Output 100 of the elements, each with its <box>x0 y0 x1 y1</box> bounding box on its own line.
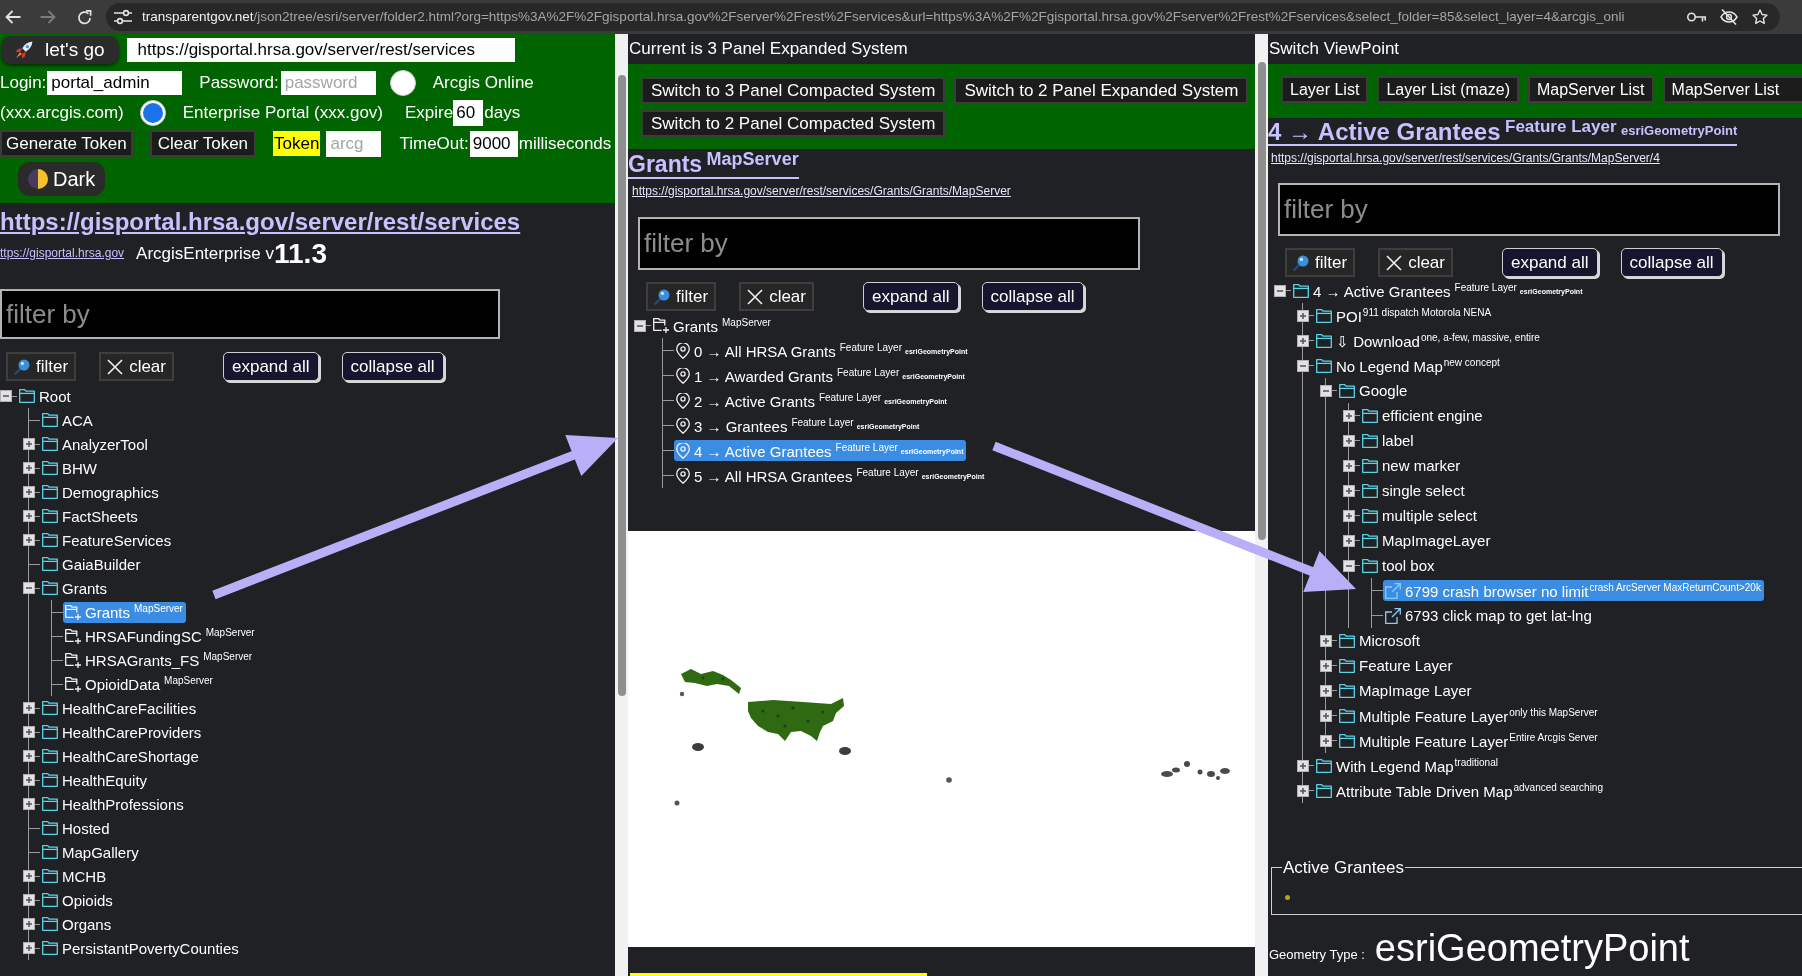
expand-all-button[interactable]: expand all <box>1502 248 1598 277</box>
switch-button[interactable]: Switch to 2 Panel Compacted System <box>641 110 946 137</box>
tree-item[interactable]: FactSheets <box>40 505 141 527</box>
expand-toggle[interactable] <box>23 510 35 522</box>
filter-field[interactable]: filter by <box>0 289 500 339</box>
expand-toggle[interactable] <box>23 870 35 882</box>
tree-item[interactable]: MapImage Layer <box>1337 680 1475 701</box>
expand-toggle[interactable] <box>23 726 35 738</box>
tree-item[interactable]: Attribute Table Driven Map$^{advanced searching}$ <box>1314 780 1606 801</box>
expand-toggle[interactable] <box>23 894 35 906</box>
tree-item[interactable]: tool box <box>1360 555 1438 576</box>
tree-item[interactable]: 6793 click map to get lat-lng <box>1383 605 1595 626</box>
expand-toggle[interactable] <box>23 486 35 498</box>
collapse-toggle[interactable] <box>1343 559 1355 572</box>
tree-item[interactable]: BHW <box>40 457 100 479</box>
clear-button[interactable]: clear <box>739 282 814 311</box>
password-field[interactable]: password <box>280 71 376 95</box>
collapse-toggle[interactable] <box>1320 384 1332 397</box>
tree-item[interactable]: MapImageLayer <box>1360 530 1494 551</box>
collapse-all-button[interactable]: collapse all <box>1620 248 1723 277</box>
tree-item[interactable]: single select <box>1360 480 1468 501</box>
tree-item[interactable]: No Legend Map$^{new concept}$ <box>1314 355 1503 376</box>
filter-field[interactable]: filter by <box>638 217 1140 270</box>
expand-toggle[interactable] <box>1343 484 1355 497</box>
scrollbar[interactable] <box>615 34 628 976</box>
tree-item[interactable]: Grants <box>40 577 110 599</box>
collapse-all-button[interactable]: collapse all <box>341 352 444 381</box>
collapse-toggle[interactable] <box>634 319 646 332</box>
tree-item[interactable]: PersistantPovertyCounties <box>40 937 242 959</box>
tree-item[interactable]: new marker <box>1360 455 1464 476</box>
layer-title-link[interactable]: Grants $^{MapServer}$ <box>628 149 799 179</box>
expand-toggle[interactable] <box>1343 434 1355 447</box>
switch-button[interactable]: Switch to 3 Panel Compacted System <box>641 77 946 104</box>
dark-mode-button[interactable]: Dark <box>18 162 106 196</box>
tree-item[interactable]: Root <box>17 385 74 407</box>
tree-item[interactable]: HealthProfessions <box>40 793 187 815</box>
view-button[interactable]: Layer List <box>1281 76 1369 103</box>
tree-item[interactable]: Organs <box>40 913 115 935</box>
collapse-toggle[interactable] <box>1274 284 1286 297</box>
tree-item[interactable]: ACA <box>40 409 96 431</box>
filter-button[interactable]: filter <box>1285 248 1356 277</box>
tree-item[interactable]: With Legend Map$^{traditional}$ <box>1314 755 1501 776</box>
service-url-link[interactable]: https://gisportal.hrsa.gov/server/rest/services/Grants/Grants/MapServer/4 <box>1271 151 1660 165</box>
expand-toggle[interactable] <box>1343 409 1355 422</box>
tree-item[interactable]: GaiaBuilder <box>40 553 144 575</box>
tree-item[interactable]: Opioids <box>40 889 116 911</box>
expand-toggle[interactable] <box>23 942 35 954</box>
tree-item[interactable]: HealthEquity <box>40 769 151 791</box>
view-button[interactable]: MapServer List <box>1662 76 1802 103</box>
expand-toggle[interactable] <box>1297 759 1309 772</box>
tree-item[interactable]: MCHB <box>40 865 110 887</box>
tree-item[interactable]: Feature Layer <box>1337 655 1456 676</box>
expire-field[interactable]: 60 <box>453 100 484 126</box>
radio-button[interactable] <box>389 70 416 96</box>
expand-toggle[interactable] <box>1297 784 1309 797</box>
expand-toggle[interactable] <box>23 702 35 714</box>
go-button[interactable]: let's go <box>1 36 119 64</box>
view-button[interactable]: Layer List (maze) <box>1377 76 1519 103</box>
token-field[interactable]: arcg <box>326 130 382 157</box>
tree-item[interactable]: efficient engine <box>1360 405 1486 426</box>
expand-toggle[interactable] <box>23 462 35 474</box>
expand-toggle[interactable] <box>1297 334 1309 347</box>
expand-toggle[interactable] <box>1297 309 1309 322</box>
expand-toggle[interactable] <box>1343 534 1355 547</box>
clear-token-button[interactable]: Clear Token <box>149 130 257 157</box>
tree-item[interactable]: MapGallery <box>40 841 142 863</box>
address-bar[interactable] <box>106 3 1780 31</box>
expand-toggle[interactable] <box>23 750 35 762</box>
tree-item[interactable]: multiple select <box>1360 505 1481 526</box>
clear-button[interactable]: clear <box>1378 248 1453 277</box>
collapse-all-button[interactable]: collapse all <box>981 282 1084 311</box>
url-field[interactable]: https://gisportal.hrsa.gov/server/rest/services <box>126 38 515 62</box>
tree-item[interactable]: HRSAGrants_FS $^{MapServer}$ <box>63 649 256 671</box>
generate-token-button[interactable]: Generate Token <box>0 130 133 157</box>
service-url-link[interactable]: https://gisportal.hrsa.gov/server/rest/services/Grants/Grants/MapServer <box>632 183 1011 199</box>
expand-toggle[interactable] <box>23 918 35 930</box>
filter-field[interactable]: filter by <box>1278 183 1780 236</box>
switch-button[interactable]: Switch to 2 Panel Expanded System <box>954 77 1249 104</box>
scrollbar[interactable] <box>1255 34 1268 976</box>
tree-item[interactable]: Demographics <box>40 481 162 503</box>
expand-toggle[interactable] <box>1343 509 1355 522</box>
scrollbar-thumb[interactable] <box>617 75 626 696</box>
collapse-toggle[interactable] <box>0 390 12 402</box>
expand-all-button[interactable]: expand all <box>863 282 959 311</box>
tree-item[interactable]: Google <box>1337 380 1411 401</box>
expand-toggle[interactable] <box>23 798 35 810</box>
expand-toggle[interactable] <box>1320 634 1332 647</box>
expand-toggle[interactable] <box>1343 459 1355 472</box>
tree-item[interactable]: FeatureServices <box>40 529 175 551</box>
expand-toggle[interactable] <box>1320 734 1332 747</box>
clear-button[interactable]: clear <box>99 352 174 381</box>
tree-item[interactable]: HealthCareFacilities <box>40 697 200 719</box>
expand-toggle[interactable] <box>1320 659 1332 672</box>
filter-button[interactable]: filter <box>6 352 77 381</box>
home-link[interactable]: ttps://gisportal.hrsa.gov <box>0 244 125 262</box>
collapse-toggle[interactable] <box>1297 359 1309 372</box>
collapse-toggle[interactable] <box>23 582 35 594</box>
tree-item[interactable]: AnalyzerTool <box>40 433 151 455</box>
filter-button[interactable]: filter <box>646 282 717 311</box>
tree-item[interactable]: HealthCareShortage <box>40 745 202 767</box>
